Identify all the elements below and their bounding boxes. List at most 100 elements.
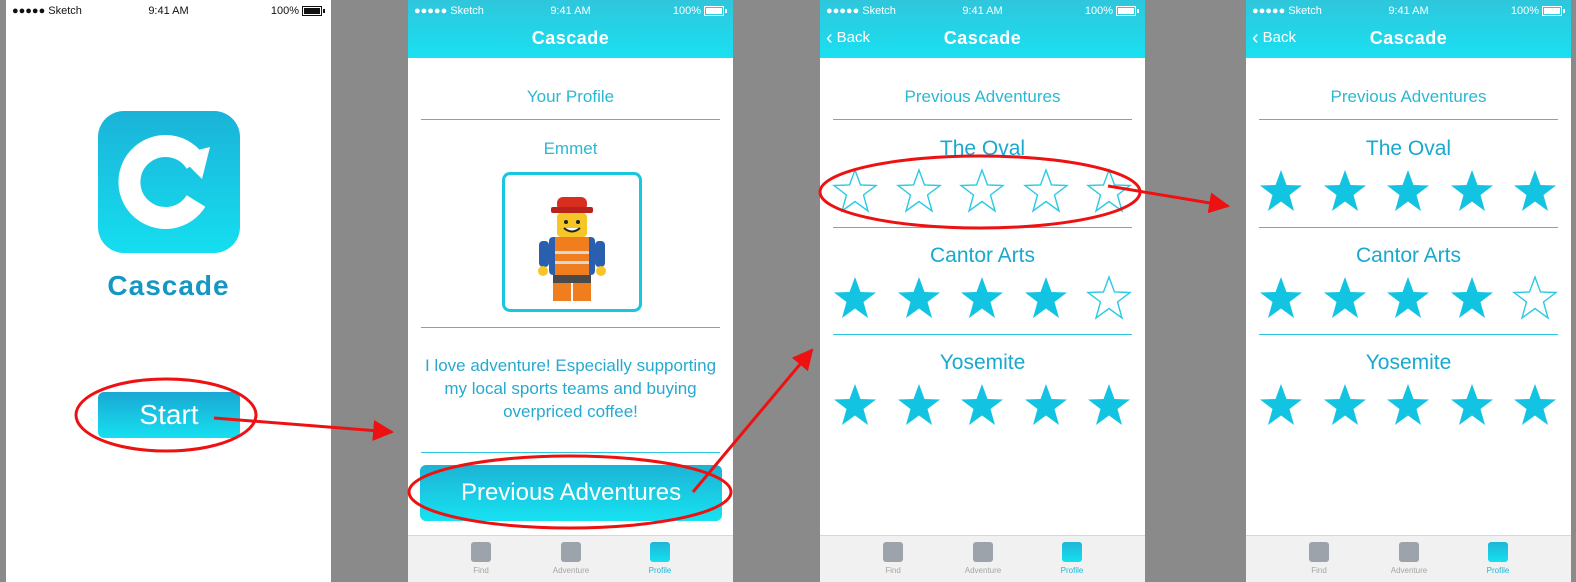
status-bar: ●●●●● Sketch 9:41 AM 100% bbox=[820, 0, 1145, 22]
star-filled-icon[interactable] bbox=[1258, 275, 1304, 321]
launch-screen: ●●●●● Sketch 9:41 AM 100% Cascade Start bbox=[6, 0, 331, 582]
tab-find[interactable]: Find bbox=[451, 542, 511, 575]
adventure-name: Cantor Arts bbox=[1355, 244, 1462, 267]
star-empty-icon[interactable] bbox=[1086, 168, 1132, 214]
adventure-name: Cantor Arts bbox=[929, 244, 1036, 267]
divider bbox=[421, 452, 720, 453]
battery-indicator: 100% bbox=[271, 5, 325, 17]
battery-label: 100% bbox=[672, 5, 701, 17]
star-filled-icon[interactable] bbox=[1512, 382, 1558, 428]
tab-bar: Find Adventure Profile bbox=[1246, 535, 1571, 582]
star-empty-icon[interactable] bbox=[959, 168, 1005, 214]
tab-find[interactable]: Find bbox=[1289, 542, 1349, 575]
tab-bar: Find Adventure Profile bbox=[408, 535, 733, 582]
tab-label: Find bbox=[885, 566, 901, 575]
tab-find[interactable]: Find bbox=[863, 542, 923, 575]
star-filled-icon[interactable] bbox=[1322, 168, 1368, 214]
status-bar: ●●●●● Sketch 9:41 AM 100% bbox=[408, 0, 733, 22]
adventure-name: The Oval bbox=[939, 137, 1026, 160]
tab-label: Adventure bbox=[552, 566, 590, 575]
find-icon bbox=[883, 542, 903, 562]
star-empty-icon[interactable] bbox=[1512, 275, 1558, 321]
battery-icon bbox=[704, 6, 724, 16]
tab-adventure[interactable]: Adventure bbox=[541, 542, 601, 575]
battery-label: 100% bbox=[1510, 5, 1539, 17]
star-filled-icon[interactable] bbox=[1449, 275, 1495, 321]
star-rating[interactable] bbox=[832, 275, 1132, 321]
adventure-icon bbox=[561, 542, 581, 562]
divider bbox=[421, 119, 720, 120]
star-empty-icon[interactable] bbox=[1086, 275, 1132, 321]
battery-nub bbox=[725, 9, 727, 13]
adventure-icon bbox=[1399, 542, 1419, 562]
star-filled-icon[interactable] bbox=[1512, 168, 1558, 214]
star-filled-icon[interactable] bbox=[1385, 168, 1431, 214]
star-rating[interactable] bbox=[1258, 275, 1558, 321]
adventures-screen-before: ‹ Back Cascade ●●●●● Sketch 9:41 AM 100%… bbox=[820, 0, 1145, 582]
avatar bbox=[502, 172, 642, 312]
adventure-name: Yosemite bbox=[1365, 351, 1452, 374]
tab-adventure[interactable]: Adventure bbox=[953, 542, 1013, 575]
star-rating[interactable] bbox=[832, 168, 1132, 214]
star-filled-icon[interactable] bbox=[832, 382, 878, 428]
adventures-heading: Previous Adventures bbox=[1330, 87, 1487, 106]
find-icon bbox=[471, 542, 491, 562]
tab-label: Adventure bbox=[964, 566, 1002, 575]
battery-label: 100% bbox=[1084, 5, 1113, 17]
tab-profile[interactable]: Profile bbox=[1468, 542, 1528, 575]
find-icon bbox=[1309, 542, 1329, 562]
star-filled-icon[interactable] bbox=[1385, 275, 1431, 321]
star-filled-icon[interactable] bbox=[1449, 382, 1495, 428]
star-filled-icon[interactable] bbox=[1086, 382, 1132, 428]
battery-nub bbox=[323, 9, 325, 13]
star-empty-icon[interactable] bbox=[1022, 168, 1069, 214]
battery-indicator: 100% bbox=[673, 5, 727, 17]
start-button[interactable]: Start bbox=[98, 392, 240, 438]
adventures-screen-after: ‹ Back Cascade ●●●●● Sketch 9:41 AM 100%… bbox=[1246, 0, 1571, 582]
star-filled-icon[interactable] bbox=[1322, 382, 1368, 428]
tab-label: Profile bbox=[1060, 566, 1084, 575]
star-filled-icon[interactable] bbox=[1023, 275, 1069, 321]
tab-label: Profile bbox=[1486, 566, 1510, 575]
star-rating[interactable] bbox=[1258, 382, 1558, 428]
tab-label: Find bbox=[1311, 566, 1327, 575]
profile-icon bbox=[650, 542, 670, 562]
star-filled-icon[interactable] bbox=[1322, 275, 1368, 321]
star-rating[interactable] bbox=[1258, 168, 1558, 214]
profile-screen: Cascade ●●●●● Sketch 9:41 AM 100% Your P… bbox=[408, 0, 733, 582]
star-empty-icon[interactable] bbox=[895, 168, 942, 214]
star-rating[interactable] bbox=[832, 382, 1132, 428]
previous-adventures-button[interactable]: Previous Adventures bbox=[420, 465, 722, 521]
star-filled-icon[interactable] bbox=[1449, 168, 1495, 214]
tab-profile[interactable]: Profile bbox=[630, 542, 690, 575]
tab-label: Adventure bbox=[1390, 566, 1428, 575]
star-filled-icon[interactable] bbox=[959, 275, 1005, 321]
star-filled-icon[interactable] bbox=[896, 382, 942, 428]
star-filled-icon[interactable] bbox=[1023, 382, 1069, 428]
app-logo-icon bbox=[98, 111, 240, 253]
star-filled-icon[interactable] bbox=[1258, 382, 1304, 428]
divider bbox=[833, 119, 1132, 120]
profile-heading: Your Profile bbox=[526, 87, 615, 106]
battery-indicator: 100% bbox=[1085, 5, 1139, 17]
star-filled-icon[interactable] bbox=[1385, 382, 1431, 428]
star-filled-icon[interactable] bbox=[832, 275, 878, 321]
adventures-heading: Previous Adventures bbox=[904, 87, 1061, 106]
status-bar: ●●●●● Sketch 9:41 AM 100% bbox=[1246, 0, 1571, 22]
adventure-name: The Oval bbox=[1365, 137, 1452, 160]
star-filled-icon[interactable] bbox=[1258, 168, 1304, 214]
battery-label: 100% bbox=[270, 5, 299, 17]
nav-title: Cascade bbox=[1369, 28, 1448, 48]
divider bbox=[421, 327, 720, 328]
star-filled-icon[interactable] bbox=[959, 382, 1005, 428]
lego-figure-icon bbox=[538, 197, 606, 301]
status-bar: ●●●●● Sketch 9:41 AM 100% bbox=[6, 0, 331, 22]
divider bbox=[1259, 227, 1558, 228]
tab-profile[interactable]: Profile bbox=[1042, 542, 1102, 575]
battery-nub bbox=[1563, 9, 1565, 13]
star-empty-icon[interactable] bbox=[832, 168, 878, 214]
battery-indicator: 100% bbox=[1511, 5, 1565, 17]
battery-icon bbox=[1542, 6, 1562, 16]
tab-adventure[interactable]: Adventure bbox=[1379, 542, 1439, 575]
star-filled-icon[interactable] bbox=[896, 275, 942, 321]
